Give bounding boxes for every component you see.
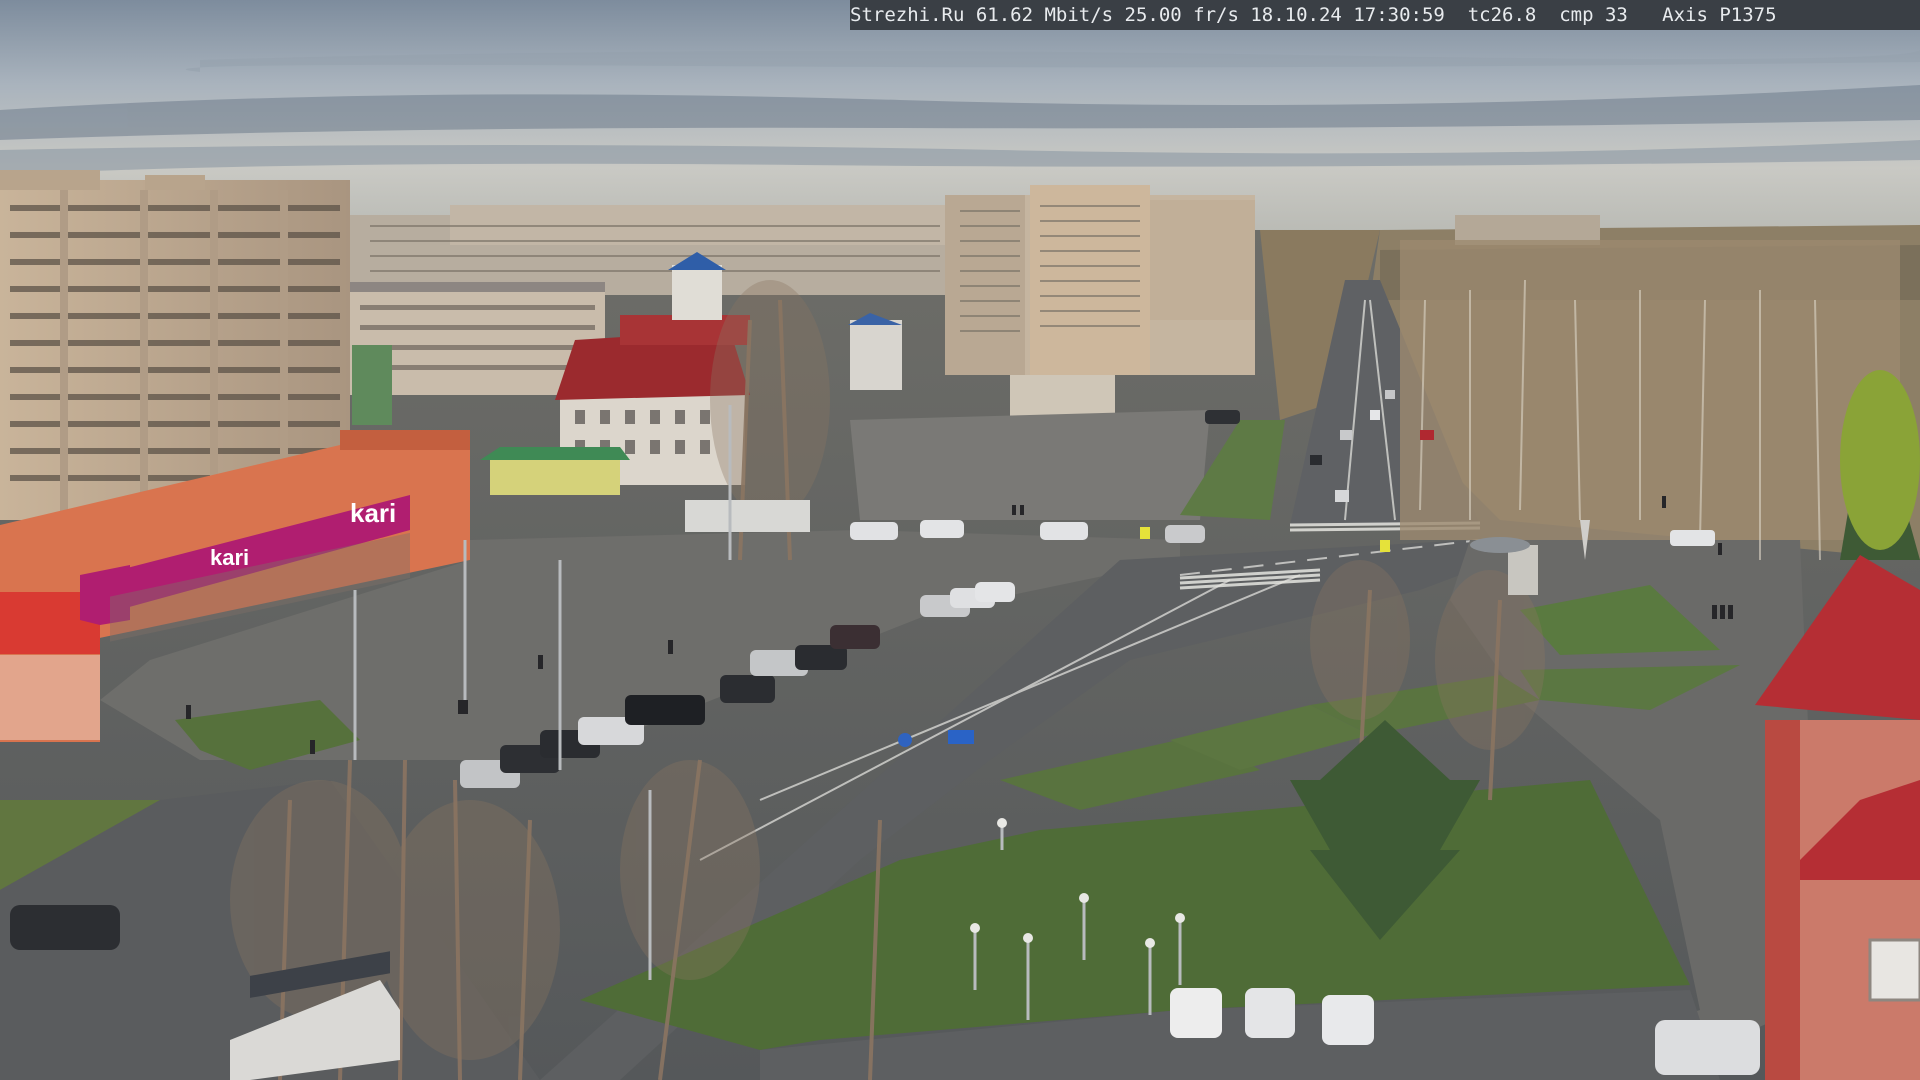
green-roof-pavilion — [480, 447, 630, 495]
camera-osd-text: Strezhi.Ru 61.62 Mbit/s 25.00 fr/s 18.10… — [850, 4, 1777, 26]
far-plaza — [850, 410, 1210, 520]
bus-far — [685, 500, 810, 532]
camera-osd-overlay: Strezhi.Ru 61.62 Mbit/s 25.00 fr/s 18.10… — [850, 0, 1920, 30]
webcam-city-view: kari kari — [0, 0, 1920, 1080]
yellow-tree-right — [1840, 370, 1920, 550]
kari-roof-sign: kari — [350, 498, 396, 528]
birch-rows — [1400, 240, 1900, 540]
kari-front-sign: kari — [210, 545, 249, 570]
